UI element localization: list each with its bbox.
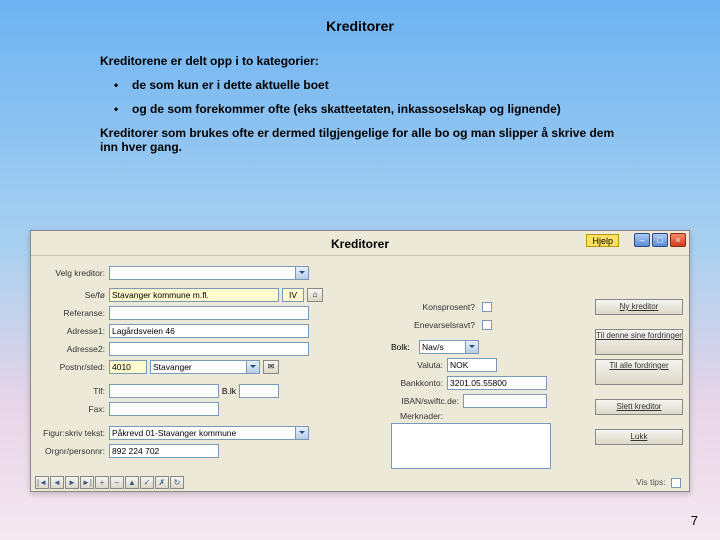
intro-block: Kreditorene er delt opp i to kategorier:…: [100, 54, 620, 154]
nav-edit[interactable]: ▲: [125, 476, 139, 489]
konspros-label: Konsprosent?: [391, 302, 479, 312]
bolk-label: B.lk: [219, 386, 239, 396]
fax-label: Fax:: [35, 404, 109, 414]
adresse2-label: Adresse2:: [35, 344, 109, 354]
page-number: 7: [691, 513, 698, 528]
slide-title: Kreditorer: [0, 0, 720, 34]
referanse-field[interactable]: [109, 306, 309, 320]
tlf-label: Tlf:: [35, 386, 109, 396]
post-lookup-button[interactable]: ✉: [263, 360, 279, 374]
tlf-field[interactable]: [109, 384, 219, 398]
velg-kreditor-row: Velg kreditor:: [35, 265, 309, 281]
figur-label: Figur:skriv tekst:: [35, 428, 109, 438]
bullet-2: og de som forekommer ofte (eks skatteeta…: [114, 102, 620, 116]
mid-column: Konsprosent? Enevarselsravt? Bolk: Nav/s…: [391, 299, 581, 469]
app-window: – □ × Hjelp Kreditorer Velg kreditor: Se…: [30, 230, 690, 492]
selfo-code[interactable]: IV: [282, 288, 304, 302]
titlebar-controls: – □ ×: [634, 233, 686, 247]
postnr-label: Postnr/sted:: [35, 362, 109, 372]
merknader-label: Merknader:: [391, 411, 447, 421]
konspros-check[interactable]: [482, 302, 492, 312]
maximize-button[interactable]: □: [652, 233, 668, 247]
form-area: Velg kreditor: Se/fø Stavanger kommune m…: [31, 257, 689, 473]
lukk-button[interactable]: Lukk: [595, 429, 683, 445]
adresse1-label: Adresse1:: [35, 326, 109, 336]
closing-line: Kreditorer som brukes ofte er dermed til…: [100, 126, 620, 154]
referanse-label: Referanse:: [35, 308, 109, 318]
ny-kreditor-button[interactable]: Ny kreditor: [595, 299, 683, 315]
til-alle-button[interactable]: Til alle fordringer: [595, 359, 683, 385]
nav-ok[interactable]: ✓: [140, 476, 154, 489]
lookup-button[interactable]: ⌂: [307, 288, 323, 302]
bolk2-label: Bolk:: [391, 342, 419, 352]
record-nav: |◄ ◄ ► ►| + – ▲ ✓ ✗ ↻: [35, 476, 184, 489]
orgnr-field[interactable]: 892 224 702: [109, 444, 219, 458]
selfo-field[interactable]: Stavanger kommune m.fl.: [109, 288, 279, 302]
tips-label: Vis tips:: [636, 477, 666, 487]
adresse2-field[interactable]: [109, 342, 309, 356]
tips-check[interactable]: [671, 478, 681, 488]
valuta-label: Valuta:: [391, 360, 447, 370]
enevarsel-check[interactable]: [482, 320, 492, 330]
slett-button[interactable]: Slett kreditor: [595, 399, 683, 415]
left-column: Se/fø Stavanger kommune m.fl. IV ⌂ Refer…: [35, 287, 375, 461]
nav-del[interactable]: –: [110, 476, 124, 489]
help-badge[interactable]: Hjelp: [586, 234, 619, 247]
close-button[interactable]: ×: [670, 233, 686, 247]
enevarsel-label: Enevarselsravt?: [391, 320, 479, 330]
right-column: Ny kreditor Til denne sine fordringer Ti…: [595, 299, 683, 449]
bolk-field[interactable]: [239, 384, 279, 398]
nav-refresh[interactable]: ↻: [170, 476, 184, 489]
bankkonto-label: Bankkonto:: [391, 378, 447, 388]
figur-combo[interactable]: Påkrevd 01-Stavanger kommune: [109, 426, 309, 440]
iban-label: IBAN/swiftc.de:: [391, 396, 463, 406]
nav-cancel[interactable]: ✗: [155, 476, 169, 489]
selfo-label: Se/fø: [35, 290, 109, 300]
fax-field[interactable]: [109, 402, 219, 416]
iban-field[interactable]: [463, 394, 547, 408]
minimize-button[interactable]: –: [634, 233, 650, 247]
velg-label: Velg kreditor:: [35, 268, 109, 278]
til-denne-button[interactable]: Til denne sine fordringer: [595, 329, 683, 355]
postby-combo[interactable]: Stavanger: [150, 360, 260, 374]
postnr-field[interactable]: 4010: [109, 360, 147, 374]
adresse1-field[interactable]: Lagårdsveien 46: [109, 324, 309, 338]
bankkonto-field[interactable]: 3201.05.55800: [447, 376, 547, 390]
merknader-memo[interactable]: [391, 423, 551, 469]
nav-add[interactable]: +: [95, 476, 109, 489]
nav-prev[interactable]: ◄: [50, 476, 64, 489]
orgnr-label: Orgnr/personnr:: [35, 446, 109, 456]
nav-last[interactable]: ►|: [80, 476, 94, 489]
bullet-1: de som kun er i dette aktuelle boet: [114, 78, 620, 92]
nav-next[interactable]: ►: [65, 476, 79, 489]
intro-line: Kreditorene er delt opp i to kategorier:: [100, 54, 620, 68]
status-tips: Vis tips:: [636, 477, 681, 488]
bolk-combo[interactable]: Nav/s: [419, 340, 479, 354]
valuta-field[interactable]: NOK: [447, 358, 497, 372]
velg-kreditor-combo[interactable]: [109, 266, 309, 280]
nav-first[interactable]: |◄: [35, 476, 49, 489]
